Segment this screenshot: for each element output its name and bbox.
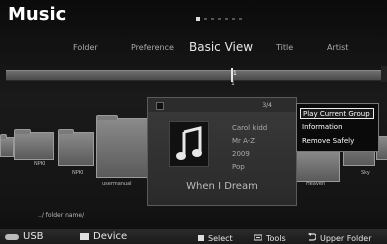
select-button-icon bbox=[198, 235, 204, 241]
tab-artist[interactable]: Artist bbox=[327, 43, 348, 52]
menu-item-remove-safely[interactable]: Remove Safely bbox=[300, 136, 374, 147]
menu-item-information[interactable]: Information bbox=[300, 122, 374, 133]
slider-count: 1 bbox=[231, 80, 235, 87]
tools-popup-menu: Play Current Group Information Remove Sa… bbox=[296, 103, 379, 152]
page-dot bbox=[232, 18, 235, 20]
slider-value: 1 bbox=[233, 70, 237, 77]
track-year: 2009 bbox=[232, 150, 250, 158]
folder-path: ../ folder name/ bbox=[38, 212, 85, 219]
thumbnail-folder[interactable] bbox=[0, 134, 14, 157]
thumbnail-label: NPKI bbox=[34, 161, 46, 167]
upper-folder-hint[interactable]: Upper Folder bbox=[320, 234, 372, 243]
tab-preference[interactable]: Preference bbox=[131, 43, 174, 52]
item-index: 3/4 bbox=[262, 102, 272, 109]
page-title: Music bbox=[8, 4, 67, 25]
browse-slider[interactable] bbox=[6, 68, 381, 82]
footer-bar: USB Device Select Tools Upper Folder bbox=[0, 229, 387, 244]
card-header bbox=[148, 98, 296, 112]
current-track-card[interactable]: 3/4 Carol kidd Mr A-Z 2009 Pop When I Dr… bbox=[147, 97, 297, 206]
device-label[interactable]: Device bbox=[93, 231, 127, 242]
track-album: Mr A-Z bbox=[232, 137, 256, 145]
menu-item-play-current-group[interactable]: Play Current Group bbox=[300, 108, 374, 119]
tools-icon bbox=[254, 234, 262, 241]
track-genre: Pop bbox=[232, 163, 245, 171]
page-dot bbox=[204, 18, 207, 20]
page-dot bbox=[211, 18, 214, 20]
thumbnail-image[interactable] bbox=[296, 150, 340, 182]
select-checkbox[interactable] bbox=[156, 102, 164, 110]
music-browser-screen: Music Folder Preference Basic View Title… bbox=[0, 0, 387, 244]
tab-folder[interactable]: Folder bbox=[73, 43, 98, 52]
thumbnail-label: Heaven bbox=[306, 181, 326, 187]
thumbnail-folder[interactable] bbox=[14, 129, 54, 160]
thumbnail-label: usermanual bbox=[102, 181, 132, 187]
track-artist: Carol kidd bbox=[232, 124, 268, 132]
page-dot-active bbox=[196, 17, 200, 21]
tab-basic-view[interactable]: Basic View bbox=[189, 40, 253, 54]
thumbnail-label: Sky bbox=[361, 170, 370, 176]
thumbnail-folder[interactable] bbox=[96, 115, 148, 178]
page-dot bbox=[218, 18, 221, 20]
thumbnail-folder[interactable] bbox=[58, 129, 94, 166]
track-title: When I Dream bbox=[186, 181, 258, 192]
music-note-icon bbox=[169, 121, 209, 167]
tab-title[interactable]: Title bbox=[276, 43, 293, 52]
usb-label[interactable]: USB bbox=[23, 231, 44, 242]
tools-hint[interactable]: Tools bbox=[266, 234, 286, 243]
page-indicator bbox=[196, 17, 242, 21]
view-mode-bar: Folder Preference Basic View Title Artis… bbox=[0, 40, 387, 60]
page-dot bbox=[239, 18, 242, 20]
thumbnail-label: NPKI bbox=[72, 170, 84, 176]
device-icon bbox=[80, 233, 89, 240]
usb-icon bbox=[5, 234, 19, 240]
page-dot bbox=[225, 18, 228, 20]
select-hint[interactable]: Select bbox=[208, 234, 233, 243]
scroll-edge bbox=[381, 66, 387, 82]
return-icon bbox=[308, 233, 316, 241]
